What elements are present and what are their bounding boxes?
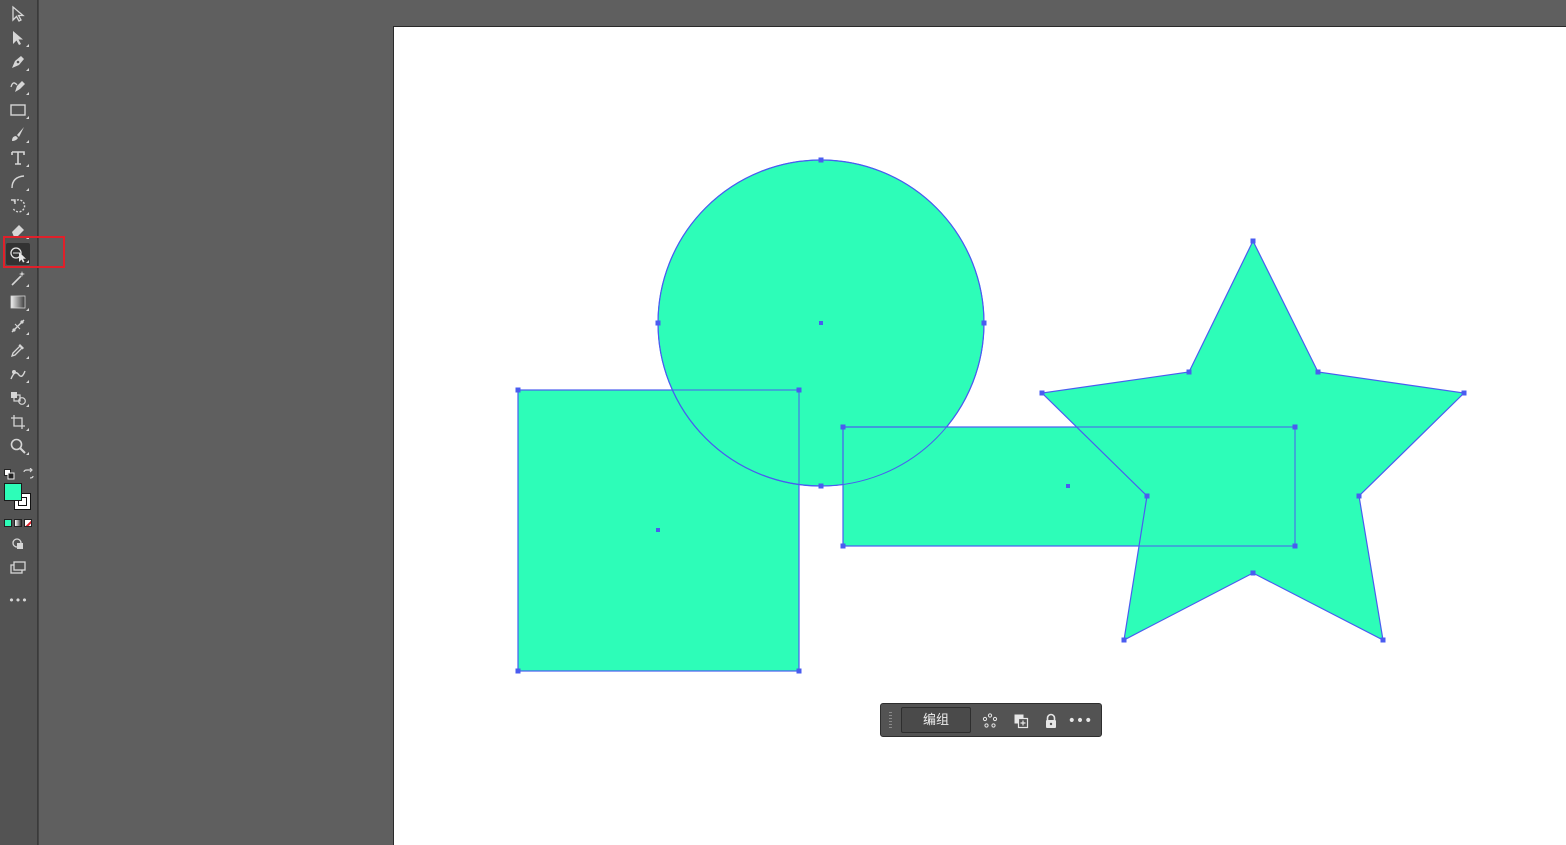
artwork-canvas	[515, 157, 1467, 674]
more-options-label: •••	[1067, 713, 1093, 729]
contextual-task-bar: 编组 •••	[880, 703, 1102, 737]
duplicate-button[interactable]	[1012, 712, 1030, 730]
star-shape[interactable]	[1040, 239, 1466, 642]
recolor-icon	[982, 713, 998, 728]
lock-icon	[1046, 713, 1056, 728]
drag-handle[interactable]	[889, 712, 892, 728]
lock-button[interactable]	[1042, 712, 1060, 730]
duplicate-icon	[1014, 714, 1029, 729]
more-options-button[interactable]: •••	[1068, 712, 1093, 730]
group-button[interactable]: 编组	[901, 707, 971, 733]
recolor-button[interactable]	[981, 712, 999, 730]
